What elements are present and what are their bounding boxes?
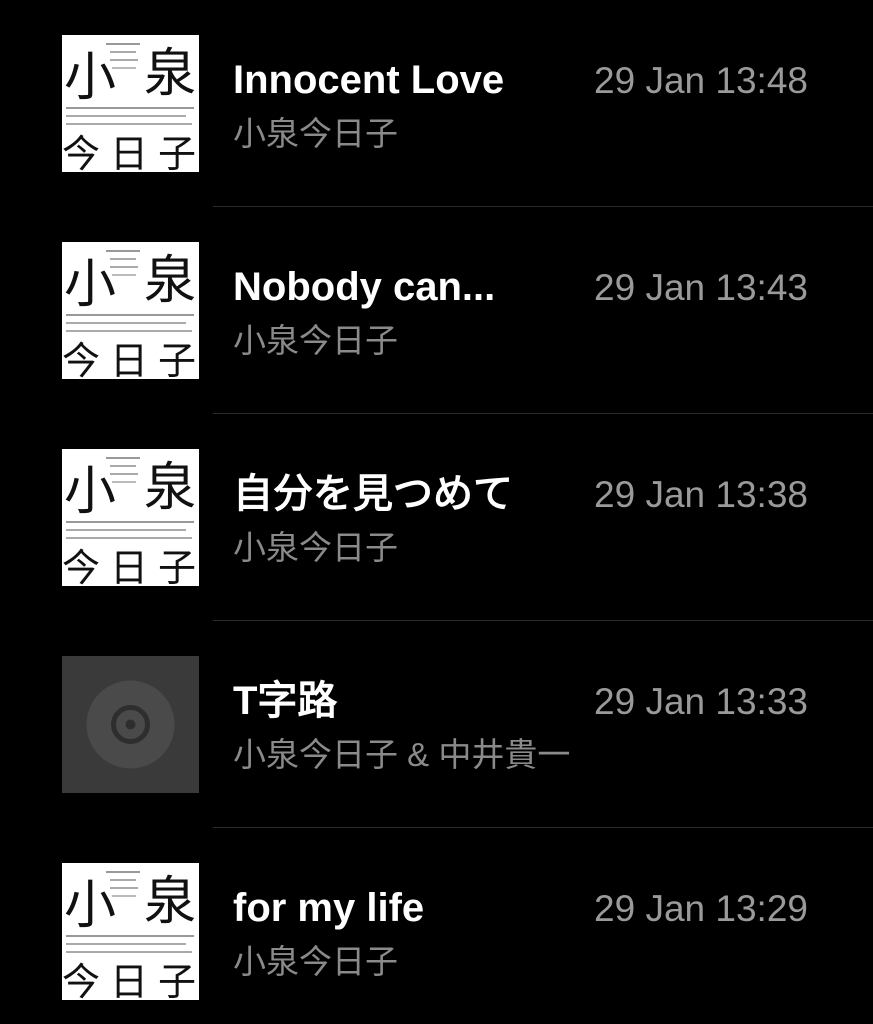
track-artist: 小泉今日子	[233, 943, 398, 980]
placeholder-disc-icon	[62, 656, 199, 793]
cover-char: 日	[110, 339, 148, 379]
track-row[interactable]: 小 泉 今 日 子 自分を見つめて 小泉今日子 29 Jan 13:38	[0, 414, 873, 621]
track-row[interactable]: 小 泉 今 日 子 Innocent Love 小泉今日子 29 Jan 13:…	[0, 0, 873, 207]
played-time: 29 Jan 13:43	[594, 267, 808, 308]
cover-char: 子	[158, 132, 196, 172]
cover-char: 今	[62, 132, 100, 172]
track-title: 自分を見つめて	[233, 472, 513, 516]
track-row[interactable]: 小 泉 今 日 子 for my life 小泉今日子 29 Jan 13:29	[0, 828, 873, 1024]
album-artwork: 小 泉 今 日 子	[62, 449, 199, 586]
track-artist: 小泉今日子 & 中井貴一	[233, 736, 571, 773]
cover-char: 小	[64, 255, 116, 315]
track-artist: 小泉今日子	[233, 529, 398, 566]
cover-char: 泉	[144, 44, 196, 104]
recently-played-list: 小 泉 今 日 子 Innocent Love 小泉今日子 29 Jan 13:…	[0, 0, 873, 1024]
album-cover-image: 小 泉 今 日 子	[62, 449, 199, 586]
cover-char: 泉	[144, 872, 196, 932]
played-time: 29 Jan 13:38	[594, 474, 808, 515]
album-cover-image: 小 泉 今 日 子	[62, 35, 199, 172]
track-title: for my life	[233, 886, 425, 930]
played-time: 29 Jan 13:33	[594, 681, 808, 722]
cover-char: 今	[62, 960, 100, 1000]
cover-char: 泉	[144, 458, 196, 518]
cover-char: 今	[62, 546, 100, 586]
cover-char: 今	[62, 339, 100, 379]
cover-char: 小	[64, 48, 116, 108]
cover-char: 泉	[144, 251, 196, 311]
track-title: T字路	[233, 679, 338, 723]
cover-char: 子	[158, 339, 196, 379]
cover-char: 子	[158, 960, 196, 1000]
track-artist: 小泉今日子	[233, 115, 398, 152]
album-cover-image: 小 泉 今 日 子	[62, 242, 199, 379]
cover-char: 日	[110, 546, 148, 586]
cover-char: 子	[158, 546, 196, 586]
album-artwork: 小 泉 今 日 子	[62, 35, 199, 172]
album-artwork: 小 泉 今 日 子	[62, 863, 199, 1000]
track-artist: 小泉今日子	[233, 322, 398, 359]
album-artwork	[62, 656, 199, 793]
track-row[interactable]: 小 泉 今 日 子 Nobody can... 小泉今日子 29 Jan 13:…	[0, 207, 873, 414]
track-title: Nobody can...	[233, 265, 496, 309]
cover-char: 日	[110, 132, 148, 172]
album-cover-image: 小 泉 今 日 子	[62, 863, 199, 1000]
played-time: 29 Jan 13:48	[594, 60, 808, 101]
track-title: Innocent Love	[233, 58, 505, 102]
album-artwork: 小 泉 今 日 子	[62, 242, 199, 379]
played-time: 29 Jan 13:29	[594, 888, 808, 929]
cover-char: 小	[64, 462, 116, 522]
track-row[interactable]: T字路 小泉今日子 & 中井貴一 29 Jan 13:33	[0, 621, 873, 828]
cover-char: 日	[110, 960, 148, 1000]
cover-char: 小	[64, 876, 116, 936]
